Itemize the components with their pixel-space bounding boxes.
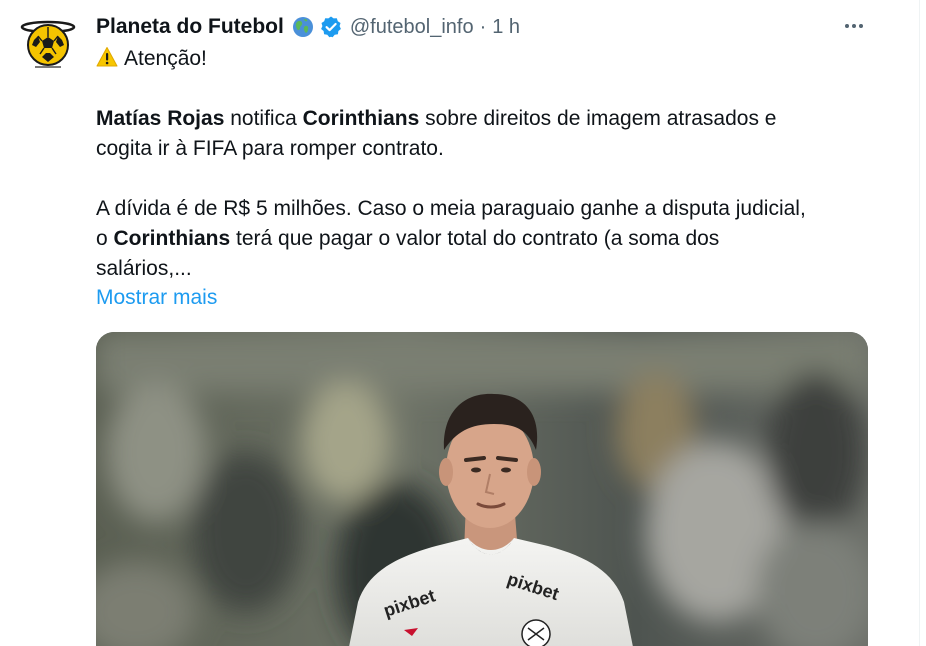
- player-photo: pixbet pixbet: [96, 332, 868, 646]
- verified-badge-icon[interactable]: [319, 15, 343, 39]
- user-handle[interactable]: @futebol_info: [350, 16, 474, 39]
- tweet-paragraph-1-line-2: cogita ir à FIFA para romper contrato.: [96, 137, 444, 160]
- mention-player: Matías Rojas: [96, 107, 225, 130]
- warning-icon: [96, 46, 118, 68]
- tweet-paragraph-2-line-1: A dívida é de R$ 5 milhões. Caso o meia …: [96, 197, 806, 220]
- more-options-icon[interactable]: [838, 14, 870, 38]
- tweet-line-attention: Atenção!: [96, 44, 896, 74]
- display-name[interactable]: Planeta do Futebol: [96, 15, 284, 39]
- tweet-media-photo[interactable]: pixbet pixbet: [96, 332, 868, 646]
- globe-icon: [291, 15, 315, 39]
- tweet-header: Planeta do Futebol @futebol_info · 1 h: [96, 12, 520, 42]
- tweet-paragraph-1-line-1: Matías Rojas notifica Corinthians sobre …: [96, 104, 896, 134]
- mention-club: Corinthians: [302, 107, 420, 130]
- tweet-text: notifica: [224, 107, 303, 130]
- tweet-text: o: [96, 227, 114, 250]
- tweet-paragraph-2-line-3: salários,...: [96, 257, 192, 280]
- soccer-ball-logo-icon: [19, 15, 77, 73]
- tweet-text: sobre direitos de imagem atrasados e: [419, 107, 777, 130]
- avatar[interactable]: [18, 14, 78, 74]
- mention-club: Corinthians: [113, 227, 231, 250]
- column-divider: [919, 0, 920, 646]
- tweet-text-attention: Atenção!: [124, 47, 207, 70]
- tweet-paragraph-2-line-2: o Corinthians terá que pagar o valor tot…: [96, 224, 896, 254]
- separator-dot: ·: [479, 15, 487, 38]
- tweet-text: terá que pagar o valor total do contrato…: [230, 227, 720, 250]
- timestamp[interactable]: 1 h: [492, 16, 520, 39]
- show-more-link[interactable]: Mostrar mais: [96, 283, 896, 313]
